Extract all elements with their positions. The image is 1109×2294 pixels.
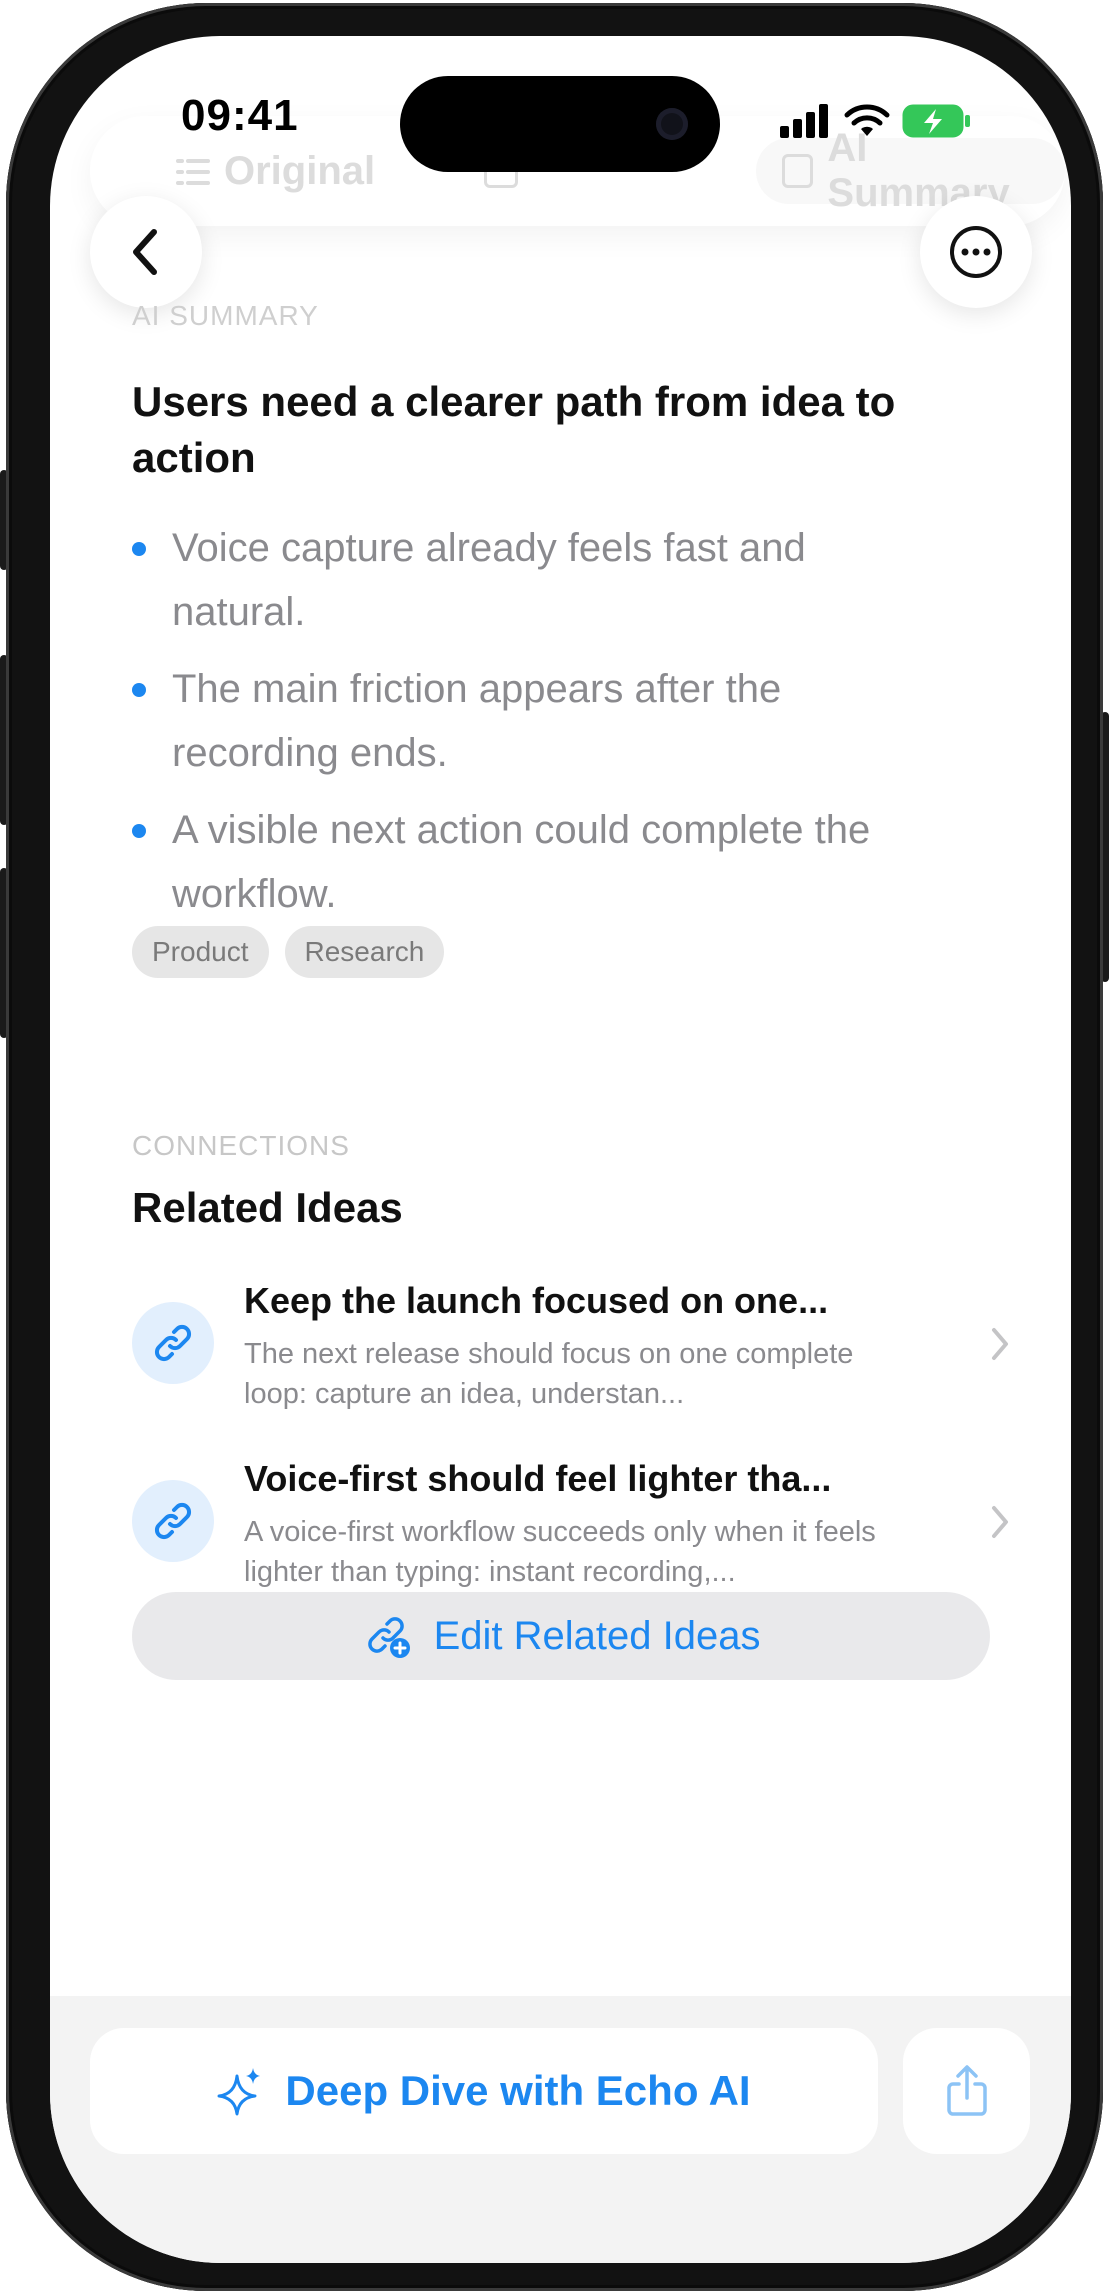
bullet-dot [132,683,146,697]
related-idea-title: Keep the launch focused on one... [244,1280,829,1321]
sparkle-icon [217,2068,261,2116]
bottom-action-bar: Deep Dive with Echo AI [50,1996,1071,2263]
bullet-dot [132,542,146,556]
status-icons [780,104,972,138]
signal-icon [780,104,828,138]
phone-frame: Original AI Summary 09:41 AI SUMMARY Use… [6,3,1103,2291]
summary-bullet: The main friction appears after the reco… [132,657,932,785]
related-idea-title: Voice-first should feel lighter tha... [244,1458,832,1499]
bullet-dot [132,824,146,838]
summary-bullet: A visible next action could complete the… [132,798,932,926]
tab-original[interactable]: Original [150,138,401,204]
tab-ai-summary-label: AI Summary [827,126,1010,215]
edit-related-ideas-button[interactable]: Edit Related Ideas [132,1592,990,1680]
dynamic-island [400,76,720,172]
related-ideas-title: Related Ideas [132,1184,403,1231]
summary-bullet: Voice capture already feels fast and nat… [132,516,932,644]
tag-product[interactable]: Product [132,926,269,978]
camera-icon [656,108,688,140]
more-button[interactable] [920,196,1032,308]
tab-ai-summary[interactable]: AI Summary [756,126,1065,215]
link-icon [132,1480,214,1562]
status-time: 09:41 [181,91,299,140]
summary-icon [782,154,814,188]
related-idea-description: The next release should focus on one com… [244,1338,854,1410]
summary-bullet-text: The main friction appears after the reco… [172,667,782,775]
tag-list: Product Research [132,926,445,978]
chevron-right-icon [992,1506,1008,1538]
deep-dive-label: Deep Dive with Echo AI [285,2067,751,2114]
battery-icon [902,104,970,138]
edit-related-ideas-label: Edit Related Ideas [433,1613,761,1658]
related-idea-item[interactable]: Keep the launch focused on one... The ne… [132,1272,1012,1422]
summary-bullets: Voice capture already feels fast and nat… [132,516,932,939]
summary-title: Users need a clearer path from idea to a… [132,378,896,481]
screen: Original AI Summary 09:41 AI SUMMARY Use… [50,36,1071,2263]
link-add-icon [367,1617,410,1658]
share-button[interactable] [903,2028,1030,2154]
related-idea-description: A voice-first workflow succeeds only whe… [244,1516,876,1588]
deep-dive-button[interactable]: Deep Dive with Echo AI [90,2028,878,2154]
wifi-icon [844,104,890,136]
chevron-left-icon [133,229,157,275]
tab-original-label: Original [224,148,376,193]
summary-section-label: AI SUMMARY [132,300,319,331]
related-idea-item[interactable]: Voice-first should feel lighter tha... A… [132,1450,1012,1600]
summary-bullet-text: Voice capture already feels fast and nat… [172,526,806,634]
back-button[interactable] [90,196,202,308]
summary-bullet-text: A visible next action could complete the… [172,808,871,916]
chevron-right-icon [992,1328,1008,1360]
connections-section-label: CONNECTIONS [132,1130,350,1161]
link-icon [132,1302,214,1384]
tag-research[interactable]: Research [284,926,445,978]
list-icon [176,154,210,188]
more-icon [950,226,1002,278]
share-icon [946,2065,987,2116]
